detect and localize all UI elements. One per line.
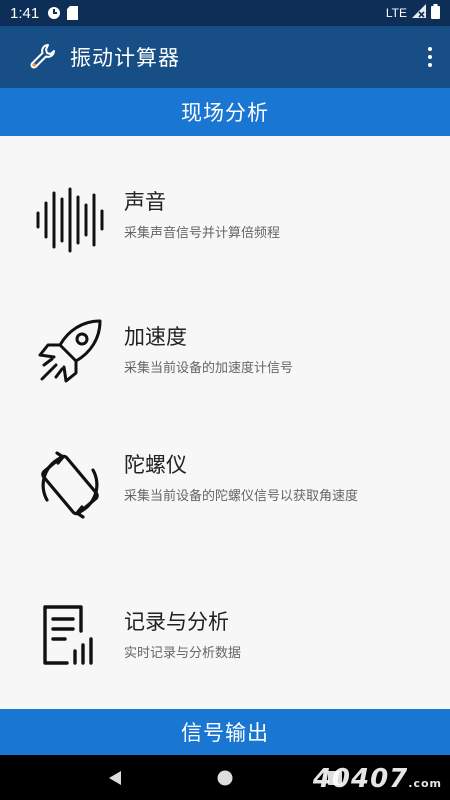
report-chart-icon (30, 594, 110, 674)
item-title: 加速度 (124, 325, 187, 349)
item-title: 记录与分析 (124, 610, 229, 634)
item-description: 实时记录与分析数据 (124, 646, 242, 661)
list-item-gyroscope[interactable]: 陀螺仪 采集当前设备的陀螺仪信号以获取角速度 (0, 411, 450, 541)
item-texts: 声音 采集声音信号并计算倍频程 (124, 186, 394, 244)
item-texts: 陀螺仪 采集当前设备的陀螺仪信号以获取角速度 (124, 449, 394, 507)
list-item-sound[interactable]: 声音 采集声音信号并计算倍频程 (0, 146, 450, 276)
home-icon[interactable] (205, 758, 245, 798)
status-bar: 1:41 LTE (0, 0, 450, 26)
signal-icon (412, 4, 426, 22)
sound-wave-icon (30, 180, 110, 260)
network-type: LTE (385, 6, 407, 20)
item-texts: 加速度 采集当前设备的加速度计信号 (124, 321, 394, 379)
item-description: 采集声音信号并计算倍频程 (124, 226, 281, 241)
status-right: LTE (385, 3, 440, 23)
wrench-icon (26, 40, 60, 74)
status-time: 1:41 (10, 4, 40, 22)
app-title: 振动计算器 (70, 46, 180, 70)
back-icon[interactable] (95, 758, 135, 798)
item-description: 采集当前设备的陀螺仪信号以获取角速度 (124, 489, 359, 504)
app-bar: 振动计算器 (0, 26, 450, 88)
battery-icon (431, 3, 440, 23)
watermark-text: 40407 (312, 764, 409, 794)
sd-card-icon (67, 6, 79, 20)
app-notification-icon (47, 6, 61, 20)
list-item-acceleration[interactable]: 加速度 采集当前设备的加速度计信号 (0, 281, 450, 411)
watermark-suffix: .com (408, 777, 442, 790)
section-header-signal-output[interactable]: 信号输出 (0, 709, 450, 755)
section-header-field-analysis[interactable]: 现场分析 (0, 88, 450, 136)
watermark-logo: 40407.com (313, 764, 442, 794)
item-texts: 记录与分析 实时记录与分析数据 (124, 606, 394, 664)
screen-rotation-icon (30, 445, 110, 525)
item-description: 采集当前设备的加速度计信号 (124, 361, 294, 376)
list-item-record-analysis[interactable]: 记录与分析 实时记录与分析数据 (0, 566, 450, 696)
rocket-icon (30, 311, 110, 391)
item-title: 陀螺仪 (124, 453, 187, 477)
item-title: 声音 (124, 190, 166, 214)
more-vert-icon[interactable] (420, 40, 440, 74)
analysis-list: 声音 采集声音信号并计算倍频程 加速度 采集当前设备的加速度计信号 陀螺仪 采集… (0, 136, 450, 709)
